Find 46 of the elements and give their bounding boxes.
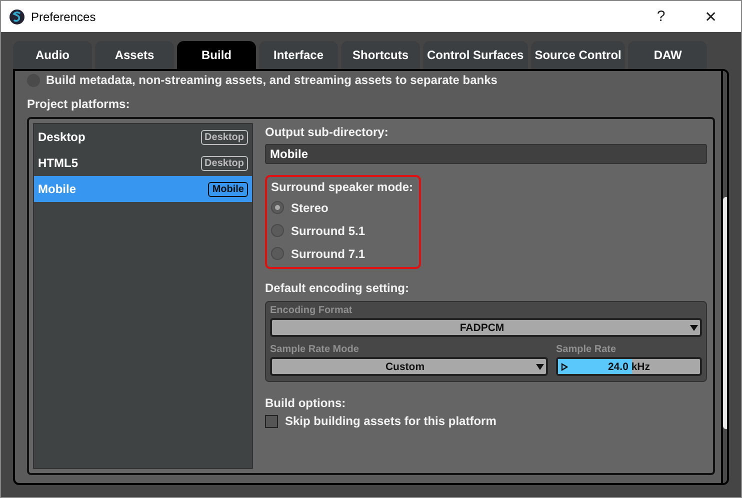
option-label: Build metadata, non-streaming assets, and streaming assets to separate banks xyxy=(46,73,498,87)
platform-tag: Desktop xyxy=(200,130,248,144)
radio-label: Surround 7.1 xyxy=(291,246,366,260)
section-label: Default encoding setting: xyxy=(265,281,410,295)
tab[interactable]: Build xyxy=(177,41,256,69)
platform-item[interactable]: Mobile Mobile xyxy=(34,176,252,202)
radio-button[interactable] xyxy=(271,247,284,260)
tab[interactable]: Assets xyxy=(95,41,174,69)
mode-dropdown[interactable]: Custom xyxy=(270,357,548,376)
tab[interactable]: Control Surfaces xyxy=(423,41,528,69)
format-dropdown[interactable]: FADPCM xyxy=(270,318,702,337)
platform-name: Desktop xyxy=(38,130,86,144)
tab[interactable]: Audio xyxy=(13,41,92,69)
section-label: Project platforms: xyxy=(27,97,131,111)
close-button[interactable]: ✕ xyxy=(689,2,733,30)
field-label: Sample Rate xyxy=(556,344,618,355)
platform-name: HTML5 xyxy=(38,156,78,170)
radio-label: Surround 5.1 xyxy=(291,224,366,238)
caret-icon xyxy=(536,362,544,370)
radio-button[interactable] xyxy=(271,201,284,214)
field-label: Sample Rate Mode xyxy=(270,344,360,355)
caret-icon xyxy=(690,324,698,332)
help-button[interactable]: ? xyxy=(639,2,683,30)
app-logo-icon xyxy=(9,8,25,24)
platform-tag: Desktop xyxy=(200,156,248,170)
platform-name: Mobile xyxy=(38,182,76,196)
checkbox[interactable] xyxy=(265,414,278,428)
tab[interactable]: DAW xyxy=(628,41,708,69)
tab[interactable]: Source Control xyxy=(530,41,626,69)
window-title: Preferences xyxy=(31,10,97,24)
platform-item[interactable]: Desktop Desktop xyxy=(34,124,252,150)
radio-button[interactable] xyxy=(271,224,284,237)
field-label: Encoding Format xyxy=(270,305,354,316)
play-icon xyxy=(561,363,568,371)
output-field[interactable]: Mobile xyxy=(265,144,707,164)
tab[interactable]: Shortcuts xyxy=(341,41,420,69)
platform-tag: Mobile xyxy=(208,182,248,196)
platform-item[interactable]: HTML5 Desktop xyxy=(34,150,252,176)
sample-rate-slider[interactable]: 24.0 kHz xyxy=(556,357,702,376)
section-label: Build options: xyxy=(265,396,347,410)
tab[interactable]: Interface xyxy=(259,41,338,69)
radio-label: Stereo xyxy=(291,200,328,214)
rate-value: 24.0 kHz xyxy=(608,360,650,372)
field-label: Output sub-directory: xyxy=(265,125,390,139)
section-label: Surround speaker mode: xyxy=(271,180,414,194)
checkbox-label: Skip building assets for this platform xyxy=(285,414,496,428)
